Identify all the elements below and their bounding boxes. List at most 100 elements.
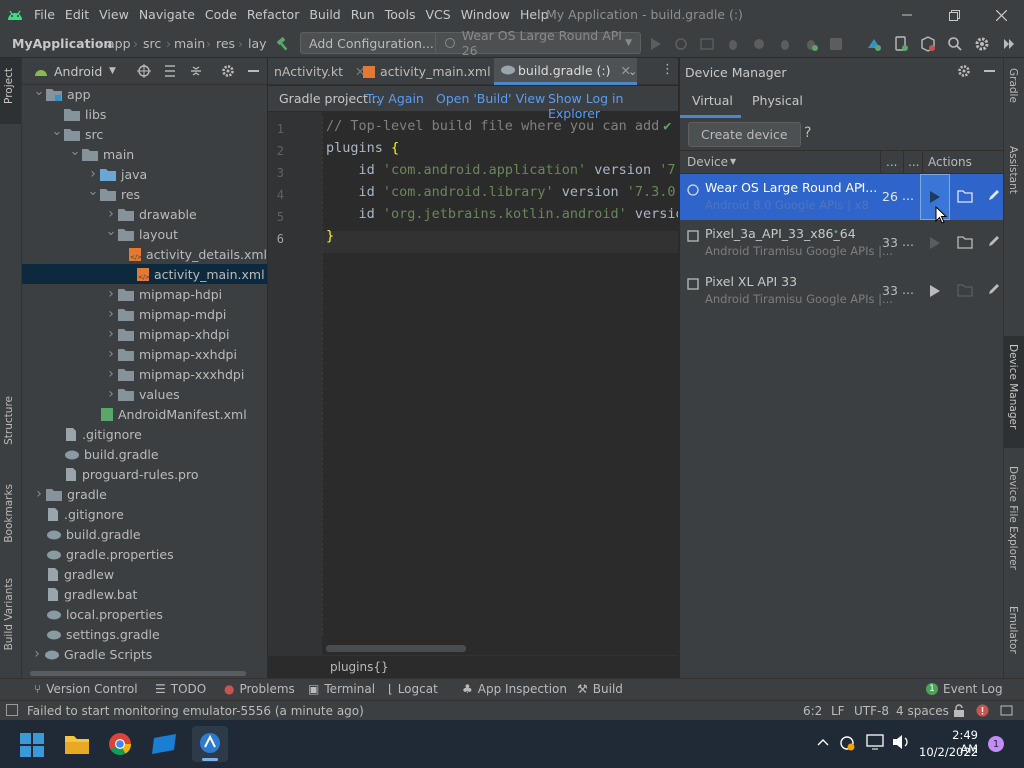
- tree-item[interactable]: ⌄ src: [22, 124, 267, 144]
- chevron-right-icon[interactable]: ›: [104, 386, 118, 402]
- try-again-link[interactable]: Try Again: [366, 91, 424, 106]
- chevron-right-icon[interactable]: ›: [104, 346, 118, 362]
- chevron-down-icon[interactable]: ▼: [109, 66, 116, 76]
- android-studio-taskbar-button[interactable]: [192, 726, 228, 762]
- tree-item[interactable]: › mipmap-hdpi: [22, 284, 267, 304]
- code-area[interactable]: // Top-level build file where you can ad…: [322, 112, 678, 678]
- horizontal-scrollbar[interactable]: [22, 669, 267, 677]
- error-indicator-icon[interactable]: [976, 704, 989, 717]
- memory-indicator-icon[interactable]: [1000, 704, 1013, 717]
- play-icon[interactable]: [930, 285, 940, 297]
- menu-vcs[interactable]: VCS: [426, 7, 451, 22]
- run-icon[interactable]: [650, 37, 662, 51]
- tree-item[interactable]: ⌄ res: [22, 184, 267, 204]
- tree-item[interactable]: ⌄ app: [22, 84, 267, 104]
- tree-item[interactable]: › mipmap-xhdpi: [22, 324, 267, 344]
- device-selector[interactable]: Wear OS Large Round API 26 ▼: [435, 28, 641, 58]
- chevron-down-icon[interactable]: ⌄: [68, 144, 82, 159]
- emulator-tool-button[interactable]: Emulator: [1007, 606, 1019, 654]
- account-icon[interactable]: [1001, 36, 1017, 52]
- menu-run[interactable]: Run: [351, 7, 375, 22]
- tree-item[interactable]: › mipmap-mdpi: [22, 304, 267, 324]
- build-tool[interactable]: ⚒ Build: [577, 682, 623, 696]
- tree-item[interactable]: › drawable: [22, 204, 267, 224]
- editor-horizontal-scrollbar[interactable]: [326, 645, 466, 652]
- attach-android-icon[interactable]: [804, 37, 818, 51]
- volume-icon[interactable]: [892, 734, 910, 750]
- tree-item[interactable]: .gitignore: [22, 424, 267, 444]
- menu-build[interactable]: Build: [309, 7, 340, 22]
- chevron-right-icon[interactable]: ›: [104, 366, 118, 382]
- device-row[interactable]: Wear OS Large Round API... • Android 8.0…: [680, 174, 1004, 220]
- device-more[interactable]: ...: [902, 234, 914, 249]
- breadcrumb-res[interactable]: res: [216, 36, 235, 51]
- network-icon[interactable]: [866, 734, 884, 750]
- edit-pencil-icon[interactable]: [987, 234, 1001, 248]
- code-breadcrumb[interactable]: plugins{}: [330, 660, 389, 674]
- debug-icon[interactable]: [726, 37, 740, 51]
- edit-pencil-icon[interactable]: [987, 188, 1001, 202]
- folder-open-icon[interactable]: [957, 235, 973, 249]
- play-icon[interactable]: [930, 237, 940, 249]
- gear-icon[interactable]: [221, 64, 235, 78]
- windows-start-icon[interactable]: [20, 733, 44, 757]
- minimize-button[interactable]: [884, 0, 930, 30]
- tab-activity-main-xml[interactable]: activity_main.xml ✕: [362, 58, 511, 85]
- todo-tool[interactable]: ☰ TODO: [155, 682, 206, 696]
- tree-item[interactable]: gradlew: [22, 564, 267, 584]
- sync-gradle-icon[interactable]: [866, 36, 882, 52]
- open-build-view-link[interactable]: Open 'Build' View: [436, 91, 545, 106]
- tree-item[interactable]: local.properties: [22, 604, 267, 624]
- tab-list-chevron-icon[interactable]: ⌄: [628, 65, 637, 78]
- device-more[interactable]: ...: [902, 188, 914, 203]
- device-manager-tool-button[interactable]: Device Manager: [1004, 336, 1024, 448]
- create-device-button[interactable]: Create device: [688, 122, 801, 147]
- tree-item[interactable]: gradlew.bat: [22, 584, 267, 604]
- tree-item[interactable]: .gitignore: [22, 504, 267, 524]
- tree-item[interactable]: </> activity_details.xml: [22, 244, 267, 264]
- version-control-tool[interactable]: ⑂ Version Control: [34, 682, 138, 696]
- tree-item[interactable]: </> activity_main.xml: [22, 264, 267, 284]
- chevron-right-icon[interactable]: ›: [86, 166, 100, 182]
- attach-debugger-icon[interactable]: [778, 37, 792, 51]
- breadcrumb-main[interactable]: main: [174, 36, 205, 51]
- project-view-selector[interactable]: Android: [54, 64, 102, 79]
- menu-refactor[interactable]: Refactor: [247, 7, 299, 22]
- event-log-tool[interactable]: 1 Event Log: [926, 682, 1003, 696]
- profile-icon[interactable]: [752, 37, 766, 51]
- chrome-icon[interactable]: [108, 732, 132, 756]
- chevron-down-icon[interactable]: ⌄: [32, 84, 46, 99]
- tree-item[interactable]: › mipmap-xxxhdpi: [22, 364, 267, 384]
- chevron-up-icon[interactable]: [817, 738, 829, 746]
- menu-navigate[interactable]: Navigate: [139, 7, 195, 22]
- tree-item[interactable]: ⌄ main: [22, 144, 267, 164]
- settings-gear-icon[interactable]: [974, 36, 990, 52]
- chevron-down-icon[interactable]: ⌄: [104, 224, 118, 239]
- device-row[interactable]: Pixel_3a_API_33_x86_64 • Android Tiramis…: [680, 220, 1004, 266]
- apply-changes-icon[interactable]: [674, 37, 688, 51]
- terminal-tool[interactable]: ▣ Terminal: [308, 682, 375, 696]
- more-tabs-icon[interactable]: ⋮: [661, 62, 674, 77]
- expand-all-icon[interactable]: [163, 64, 177, 78]
- chevron-right-icon[interactable]: ›: [104, 286, 118, 302]
- apply-code-icon[interactable]: [700, 37, 714, 51]
- menu-file[interactable]: File: [34, 7, 55, 22]
- tree-item[interactable]: › values: [22, 384, 267, 404]
- folder-icon[interactable]: [957, 283, 973, 297]
- folder-open-icon[interactable]: [957, 189, 973, 203]
- search-icon[interactable]: [947, 36, 963, 52]
- menu-window[interactable]: Window: [461, 7, 510, 22]
- help-icon[interactable]: ?: [804, 125, 811, 141]
- tree-item[interactable]: › java: [22, 164, 267, 184]
- chevron-right-icon[interactable]: ›: [104, 206, 118, 222]
- bookmarks-tool-button[interactable]: Bookmarks: [3, 484, 15, 543]
- device-manager-icon[interactable]: [893, 36, 909, 52]
- chevron-down-icon[interactable]: ⌄: [50, 124, 64, 139]
- problems-tool[interactable]: ● Problems: [224, 682, 295, 696]
- device-row[interactable]: Pixel XL API 33 Android Tiramisu Google …: [680, 268, 1004, 314]
- scrollbar-thumb[interactable]: [30, 671, 246, 676]
- assistant-tool-button[interactable]: Assistant: [1007, 146, 1019, 194]
- device-file-explorer-tool-button[interactable]: Device File Explorer: [1007, 466, 1019, 570]
- tree-item[interactable]: › gradle: [22, 484, 267, 504]
- edit-pencil-icon[interactable]: [987, 282, 1001, 296]
